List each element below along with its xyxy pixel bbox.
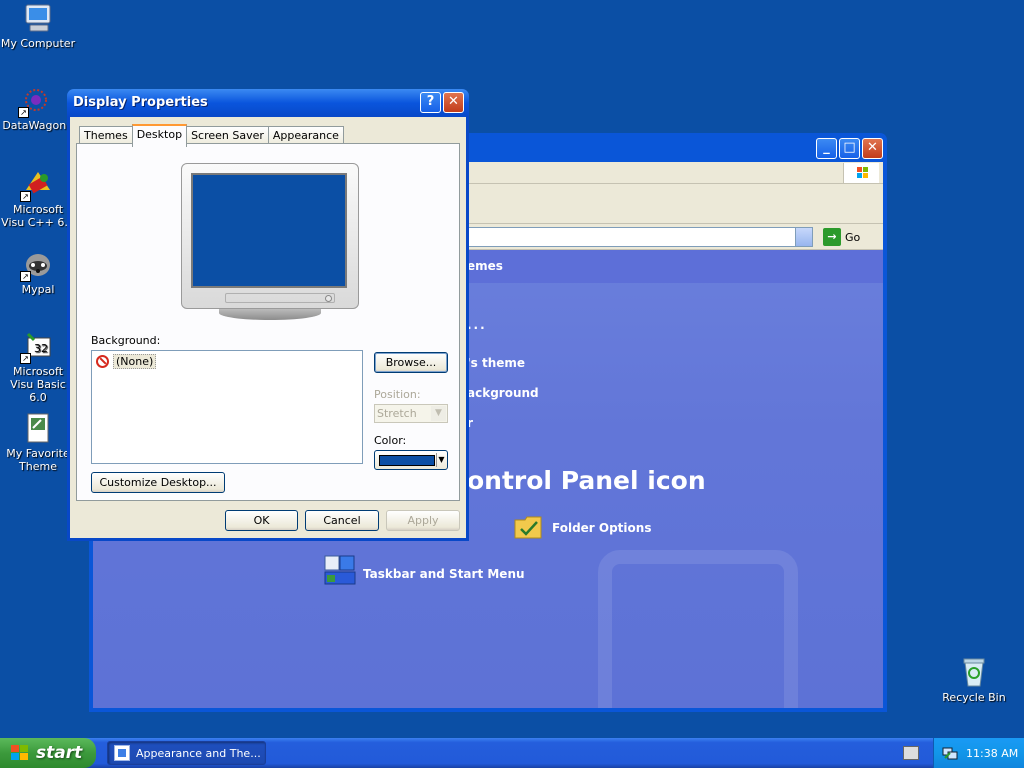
desktop-icon-label: Microsoft Visu Basic 6.0 — [10, 365, 66, 404]
taskbar-task-appearance[interactable]: Appearance and The... — [107, 741, 266, 765]
help-button[interactable]: ? — [420, 92, 441, 113]
desktop-icon-visual-cpp[interactable]: ↗ Microsoft Visu C++ 6.0 — [0, 168, 76, 229]
recycle-bin-icon — [958, 656, 990, 688]
network-icon[interactable] — [942, 745, 958, 761]
position-value: Stretch — [377, 407, 417, 420]
color-label: Color: — [374, 434, 407, 447]
browse-button[interactable]: Browse... — [374, 352, 448, 373]
position-select[interactable]: Stretch ▼ — [374, 404, 448, 423]
dialog-close-button[interactable]: ✕ — [443, 92, 464, 113]
cancel-button[interactable]: Cancel — [305, 510, 379, 531]
desktop-icon-recycle-bin[interactable]: Recycle Bin — [936, 656, 1012, 704]
desktop-icon-my-favorite-theme[interactable]: My Favorite Theme — [0, 412, 76, 473]
desktop-icon-label: Microsoft Visu C++ 6.0 — [1, 203, 75, 229]
dialog-title-bar[interactable]: Display Properties ? ✕ — [67, 89, 469, 117]
keyboard-icon[interactable] — [903, 746, 919, 760]
svg-text:32: 32 — [34, 342, 48, 355]
windows-logo-icon — [843, 163, 879, 183]
desktop-icon-label: My Favorite Theme — [6, 447, 70, 473]
desktop-icon-visual-basic[interactable]: 32 ↗ Microsoft Visu Basic 6.0 — [0, 330, 76, 404]
visual-cpp-icon: ↗ — [20, 168, 54, 202]
start-label: start — [36, 743, 83, 763]
dialog-body: Themes Desktop Screen Saver Appearance B… — [70, 117, 466, 538]
start-button[interactable]: start — [0, 738, 96, 768]
taskbar-start-menu-link[interactable]: Taskbar and Start Menu — [363, 567, 525, 581]
clock[interactable]: 11:38 AM — [966, 747, 1018, 760]
power-led-icon — [325, 295, 332, 302]
window-controls: _ □ ✕ — [816, 138, 883, 159]
monitor-preview — [181, 163, 359, 323]
task-change-theme-link[interactable]: 's theme — [467, 356, 525, 370]
desktop-icon-label: Recycle Bin — [942, 691, 1006, 704]
address-dropdown-button[interactable] — [795, 228, 812, 246]
taskbar: start Appearance and The... 11:38 AM — [0, 738, 1024, 768]
desktop-icon-mypal[interactable]: ↗ Mypal — [0, 248, 76, 296]
desktop-icon-my-computer[interactable]: My Computer — [0, 2, 76, 50]
apply-button[interactable]: Apply — [386, 510, 460, 531]
go-button[interactable]: → Go — [823, 227, 875, 247]
task-dots: ... — [467, 318, 487, 332]
taskbar-start-menu-icon[interactable] — [323, 554, 357, 589]
desktop-tab-panel: Background: (None) Browse... Position: S… — [76, 143, 460, 501]
watermark-icon — [598, 550, 798, 708]
pick-icon-heading: ontrol Panel icon — [467, 466, 706, 495]
color-picker-button[interactable]: ▼ — [374, 450, 448, 470]
dropdown-arrow-icon: ▼ — [436, 453, 446, 467]
no-symbol-icon — [96, 354, 109, 368]
minimize-button[interactable]: _ — [816, 138, 837, 159]
control-panel-window-icon — [114, 745, 130, 761]
folder-options-icon[interactable] — [513, 512, 545, 543]
close-button[interactable]: ✕ — [862, 138, 883, 159]
task-change-background-link[interactable]: ackground — [467, 386, 539, 400]
datawagon-icon: ↗ — [18, 84, 52, 118]
customize-desktop-button[interactable]: Customize Desktop... — [91, 472, 225, 493]
monitor-screen-preview — [191, 173, 347, 288]
folder-options-link[interactable]: Folder Options — [552, 521, 651, 535]
desktop-icon-label: DataWagon. — [2, 119, 70, 132]
theme-file-icon — [22, 412, 54, 444]
chevron-down-icon: ▼ — [431, 406, 446, 421]
monitor-chin — [225, 293, 335, 303]
header-partial-text: emes — [467, 259, 503, 273]
go-arrow-icon: → — [823, 228, 841, 246]
background-label: Background: — [91, 334, 161, 347]
desktop-icon-datawagon[interactable]: ↗ DataWagon. — [0, 84, 74, 132]
color-swatch — [379, 455, 435, 466]
display-properties-dialog[interactable]: Display Properties ? ✕ Themes Desktop Sc… — [67, 89, 469, 541]
task-label: Appearance and The... — [136, 746, 261, 760]
go-label: Go — [845, 230, 861, 244]
position-label: Position: — [374, 388, 421, 401]
system-tray: 11:38 AM — [933, 738, 1024, 768]
windows-flag-icon — [10, 744, 30, 762]
desktop-icon-label: Mypal — [21, 283, 55, 296]
tab-desktop[interactable]: Desktop — [131, 124, 188, 147]
list-item[interactable]: (None) — [96, 353, 157, 369]
desktop-icon-label: My Computer — [0, 37, 76, 50]
dialog-controls: ? ✕ — [420, 92, 464, 113]
mypal-icon: ↗ — [20, 248, 54, 282]
list-item-label: (None) — [113, 353, 157, 369]
background-listbox[interactable]: (None) — [91, 350, 363, 464]
dialog-title: Display Properties — [73, 95, 208, 110]
ok-button[interactable]: OK — [225, 510, 298, 531]
visual-basic-icon: 32 ↗ — [20, 330, 54, 364]
my-computer-icon — [22, 2, 54, 34]
maximize-button[interactable]: □ — [839, 138, 860, 159]
